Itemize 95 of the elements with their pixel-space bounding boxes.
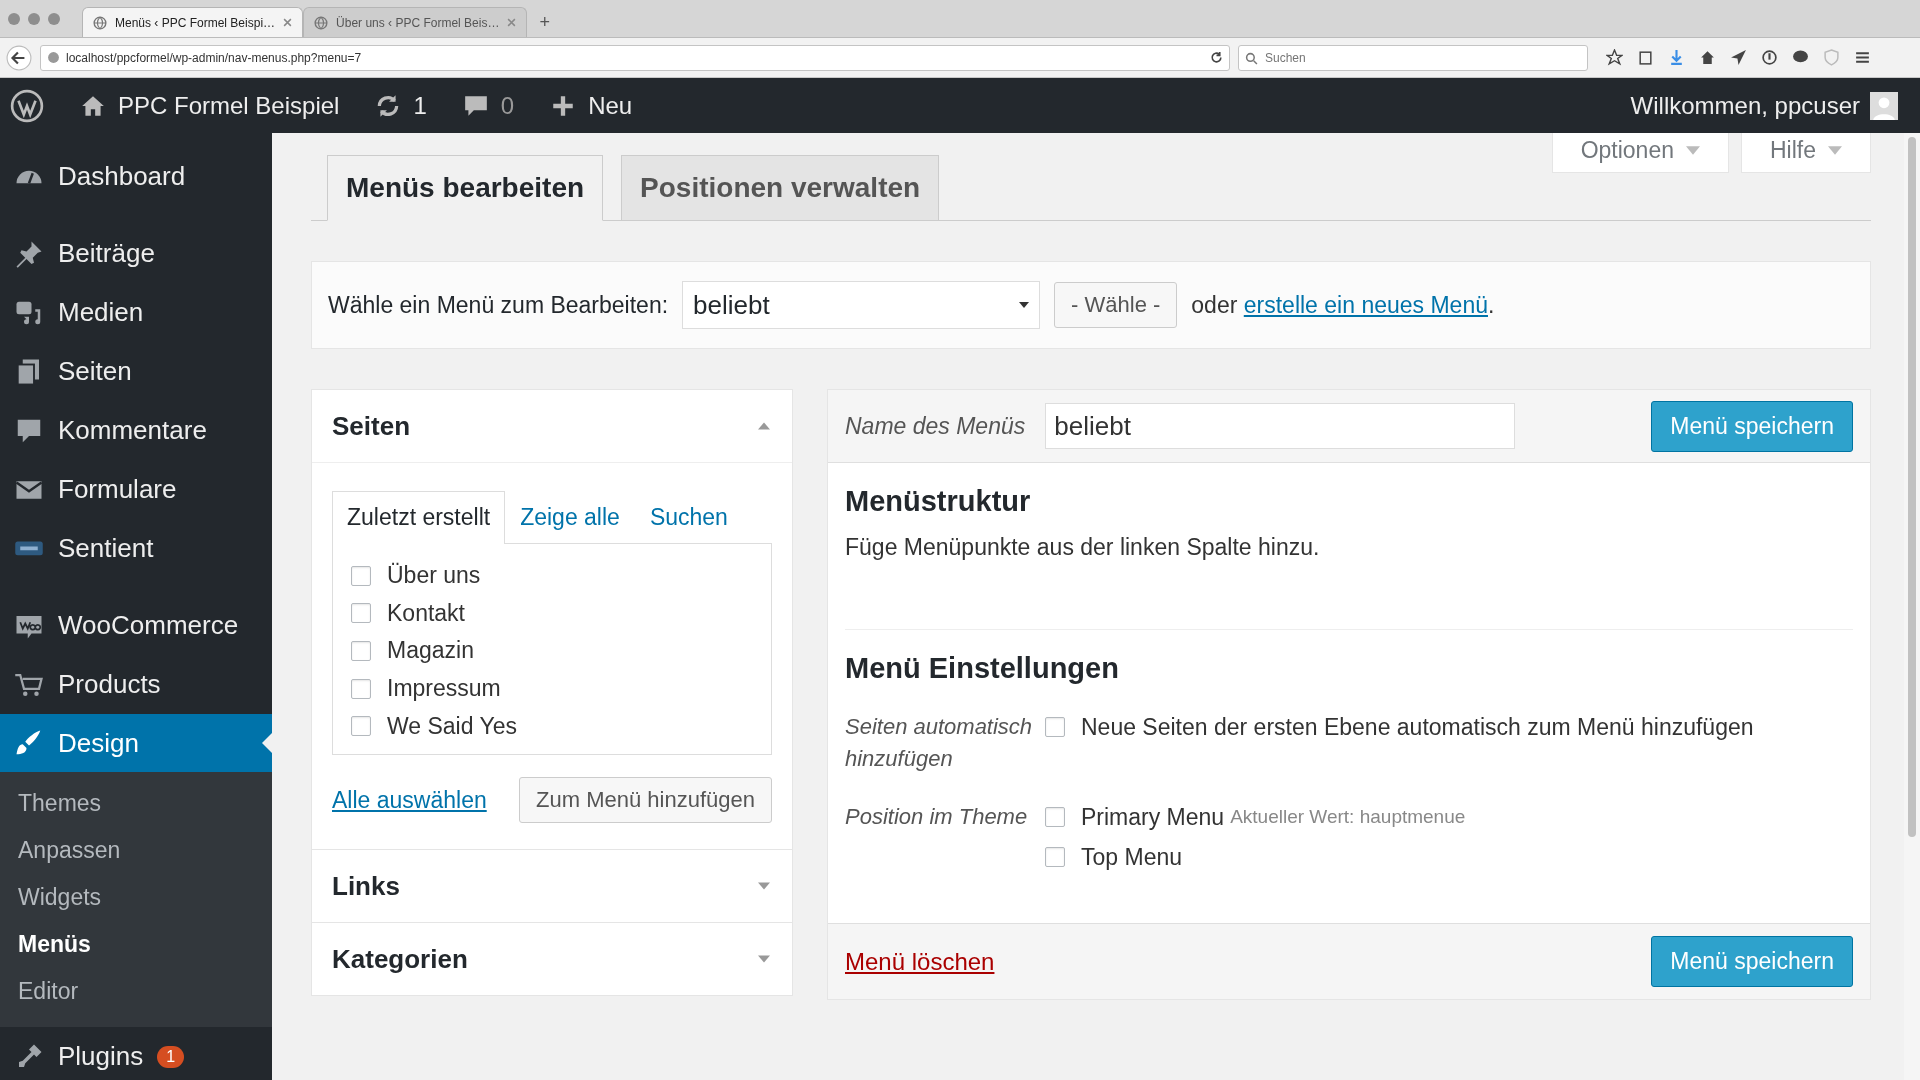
accordion-header[interactable]: Kategorien: [312, 923, 792, 995]
circle-icon[interactable]: [1761, 49, 1778, 66]
current-value-note: Aktueller Wert: hauptmenue: [1230, 805, 1466, 829]
structure-hint: Füge Menüpunkte aus der linken Spalte hinzu.: [845, 534, 1321, 561]
reload-icon[interactable]: [1210, 51, 1223, 64]
accordion-header[interactable]: Seiten: [312, 390, 792, 463]
page-label: We Said Yes: [387, 712, 517, 740]
menu-icon[interactable]: [1854, 49, 1871, 66]
close-icon[interactable]: [283, 18, 293, 27]
browser-tab[interactable]: Menüs ‹ PPC Formel Beispi…: [82, 7, 304, 37]
checkbox[interactable]: [1045, 807, 1065, 827]
page-label: Über uns: [387, 562, 481, 590]
sidebar-item[interactable]: Plugins 1: [0, 1027, 272, 1080]
create-menu-link[interactable]: erstelle ein neues Menü: [1243, 291, 1488, 318]
checkbox[interactable]: [351, 603, 371, 624]
sidebar-item[interactable]: Seiten: [0, 342, 272, 401]
section-heading: Menü Einstellungen: [845, 652, 1120, 685]
checkbox[interactable]: [1045, 847, 1065, 867]
checkbox[interactable]: [351, 716, 371, 737]
choose-button[interactable]: - Wähle -: [1054, 282, 1178, 328]
nav-tab[interactable]: Menüs bearbeiten: [327, 155, 604, 221]
account-link[interactable]: Willkommen, ppcuser: [1630, 91, 1860, 120]
send-icon[interactable]: [1730, 49, 1747, 66]
screen-tab-button[interactable]: Optionen: [1551, 133, 1729, 173]
caret-icon: [1019, 302, 1030, 308]
new-tab-button[interactable]: +: [527, 12, 562, 37]
scrollbar[interactable]: [1904, 133, 1920, 1080]
submenu-item[interactable]: Themes: [0, 780, 272, 827]
checkbox[interactable]: [1045, 717, 1065, 737]
new-link[interactable]: Neu: [550, 91, 633, 120]
submenu-item[interactable]: Anpassen: [0, 827, 272, 874]
sidebar-item[interactable]: Medien: [0, 283, 272, 342]
address-bar[interactable]: localhost/ppcformel/wp-admin/nav-menus.php?menu=7: [40, 44, 1230, 71]
checkbox[interactable]: [351, 565, 371, 586]
panel-tab[interactable]: Suchen: [634, 491, 743, 544]
caret-icon: [1828, 146, 1842, 155]
menu-name-label: Name des Menüs: [845, 412, 1026, 440]
window-control[interactable]: [48, 12, 60, 25]
menu-name-field[interactable]: beliebt: [1045, 403, 1516, 449]
setting-label: Seiten automatisch hinzufügen: [845, 713, 1034, 773]
browser-tab[interactable]: Über uns ‹ PPC Formel Beis…: [303, 7, 528, 37]
caret-icon: [758, 882, 770, 890]
section-heading: Menüstruktur: [845, 485, 1032, 518]
sidebar-item[interactable]: Kommentare: [0, 401, 272, 460]
accordion-header[interactable]: Links: [312, 850, 792, 922]
caret-icon: [1686, 146, 1700, 155]
option-label: Neue Seiten der ersten Ebene automatisch zum Menü hinzufügen: [1081, 713, 1754, 742]
updates-link[interactable]: 1: [375, 91, 427, 120]
menu-select[interactable]: beliebt: [682, 281, 1041, 329]
close-icon[interactable]: [507, 18, 517, 27]
caret-icon: [758, 955, 770, 963]
info-icon: [47, 51, 60, 64]
sidebar-item[interactable]: Beiträge: [0, 224, 272, 283]
comments-link[interactable]: 0: [462, 91, 515, 120]
create-menu-sentence: oder erstelle ein neues Menü.: [1191, 291, 1495, 319]
site-link[interactable]: PPC Formel Beispiel: [80, 91, 340, 120]
sidebar-item[interactable]: Products: [0, 655, 272, 714]
shield-icon[interactable]: [1823, 49, 1840, 66]
back-icon[interactable]: [6, 44, 32, 71]
window-control[interactable]: [28, 12, 40, 25]
sidebar-item[interactable]: Sentient: [0, 519, 272, 578]
select-all-link[interactable]: Alle auswählen: [332, 786, 487, 814]
option-label: Primary Menu: [1081, 803, 1225, 832]
star-icon[interactable]: [1606, 49, 1623, 66]
caret-icon: [758, 422, 770, 430]
checkbox[interactable]: [351, 641, 371, 661]
sidebar-item[interactable]: Dashboard: [0, 147, 272, 206]
globe-icon: [93, 15, 107, 30]
add-to-menu-button[interactable]: Zum Menü hinzufügen: [519, 777, 772, 823]
page-label: Impressum: [387, 675, 501, 703]
page-label: Kontakt: [387, 599, 465, 627]
option-label: Top Menu: [1081, 843, 1182, 872]
sidebar-item[interactable]: Design: [0, 714, 272, 772]
window-control[interactable]: [8, 12, 20, 25]
screen-tab-button[interactable]: Hilfe: [1741, 133, 1871, 173]
wordpress-logo-icon[interactable]: [10, 88, 44, 123]
panel-tab[interactable]: Zeige alle: [505, 491, 635, 544]
submenu-item[interactable]: Widgets: [0, 874, 272, 921]
checkbox[interactable]: [351, 678, 371, 699]
sidebar-item[interactable]: Formulare: [0, 460, 272, 519]
search-field[interactable]: Suchen: [1238, 44, 1588, 71]
download-icon[interactable]: [1668, 49, 1685, 66]
submenu-item[interactable]: Editor: [0, 968, 272, 1015]
delete-menu-link[interactable]: Menü löschen: [845, 947, 995, 976]
home-icon[interactable]: [1699, 49, 1716, 66]
setting-label: Position im Theme: [845, 803, 1029, 831]
page-label: Magazin: [387, 637, 474, 665]
submenu-item[interactable]: Menüs: [0, 921, 272, 968]
globe-icon: [314, 15, 329, 30]
panel-tab[interactable]: Zuletzt erstellt: [332, 491, 506, 544]
avatar-icon[interactable]: [1870, 91, 1898, 120]
nav-tab[interactable]: Positionen verwalten: [621, 155, 940, 221]
update-count: 1: [157, 1045, 185, 1068]
sidebar-item[interactable]: WooCommerce: [0, 596, 272, 655]
chooser-label: Wähle ein Menü zum Bearbeiten:: [328, 291, 669, 319]
